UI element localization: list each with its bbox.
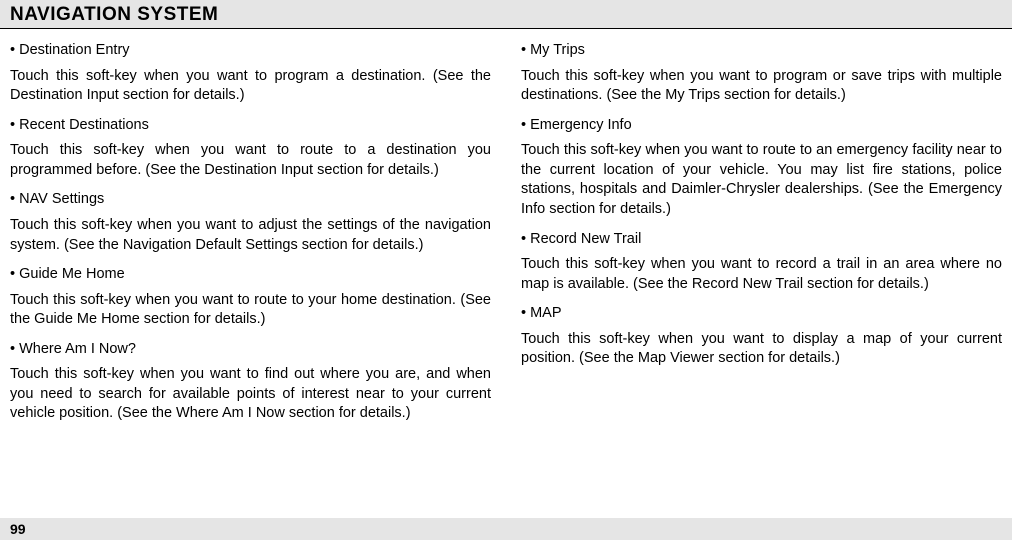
left-column: • Destination Entry Touch this soft-key … xyxy=(10,41,491,434)
page-number-bar: 99 xyxy=(0,518,1012,540)
entry-body: Touch this soft-key when you want to rou… xyxy=(521,141,1002,219)
entry-title: • MAP xyxy=(521,304,1002,324)
entry-title: • Where Am I Now? xyxy=(10,340,491,360)
entry-body: Touch this soft-key when you want to rou… xyxy=(10,141,491,180)
entry-body: Touch this soft-key when you want to fin… xyxy=(10,365,491,424)
entry-title: • Destination Entry xyxy=(10,41,491,61)
entry-title: • Record New Trail xyxy=(521,230,1002,250)
entry-body: Touch this soft-key when you want to rec… xyxy=(521,255,1002,294)
entry-body: Touch this soft-key when you want to pro… xyxy=(10,67,491,106)
entry-body: Touch this soft-key when you want to pro… xyxy=(521,67,1002,106)
entry-title: • Guide Me Home xyxy=(10,265,491,285)
entry-title: • My Trips xyxy=(521,41,1002,61)
entry-title: • Emergency Info xyxy=(521,116,1002,136)
header-bar: NAVIGATION SYSTEM xyxy=(0,0,1012,29)
content-area: • Destination Entry Touch this soft-key … xyxy=(0,29,1012,434)
entry-title: • Recent Destinations xyxy=(10,116,491,136)
entry-body: Touch this soft-key when you want to dis… xyxy=(521,330,1002,369)
entry-title: • NAV Settings xyxy=(10,190,491,210)
entry-body: Touch this soft-key when you want to rou… xyxy=(10,291,491,330)
entry-body: Touch this soft-key when you want to adj… xyxy=(10,216,491,255)
right-column: • My Trips Touch this soft-key when you … xyxy=(521,41,1002,434)
page-title: NAVIGATION SYSTEM xyxy=(10,4,1002,26)
page-number: 99 xyxy=(10,521,26,537)
